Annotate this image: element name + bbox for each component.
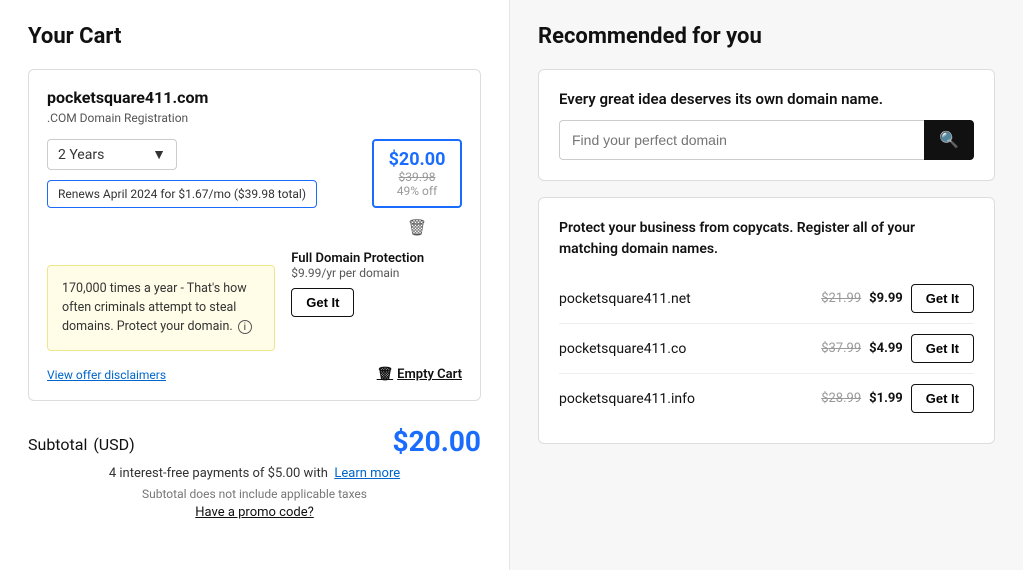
domain-offers-list: pocketsquare411.net $21.99 $9.99 Get It … [559,274,974,423]
subtotal-label-group: Subtotal (USD) [28,428,135,456]
full-protection-price: $9.99/yr per domain [291,266,462,280]
domain-offer-row: pocketsquare411.co $37.99 $4.99 Get It [559,324,974,374]
tax-note: Subtotal does not include applicable tax… [28,487,481,501]
learn-more-link[interactable]: Learn more [334,466,400,481]
trash-empty-icon: 🗑 [377,367,394,382]
full-protection-label: Full Domain Protection [291,251,462,266]
protect-tagline: Protect your business from copycats. Reg… [559,218,974,260]
offer-prices: $21.99 $9.99 Get It [821,284,974,313]
installment-text: 4 interest-free payments of $5.00 with L… [28,466,481,481]
subtotal-row: Subtotal (USD) $20.00 [28,425,481,458]
price-old: $39.98 [388,170,446,184]
offer-old-price: $21.99 [821,291,861,306]
subtotal-section: Subtotal (USD) $20.00 4 interest-free pa… [28,425,481,520]
offer-new-price: $4.99 [869,341,903,356]
offer-get-it-button[interactable]: Get It [911,384,974,413]
price-main: $20.00 [388,149,446,170]
full-protection-block: Full Domain Protection $9.99/yr per doma… [291,251,462,317]
renew-notice: Renews April 2024 for $1.67/mo ($39.98 t… [47,180,317,208]
info-icon[interactable]: i [238,320,252,334]
protect-card: Protect your business from copycats. Reg… [538,197,995,444]
cart-actions: View offer disclaimers 🗑 Empty Cart [47,367,462,382]
price-off: 49% off [388,184,446,198]
cart-domain-name: pocketsquare411.com [47,88,462,107]
offer-old-price: $28.99 [821,391,861,406]
years-select[interactable]: 2 Years ▼ [47,139,177,170]
offer-get-it-button[interactable]: Get It [911,284,974,313]
view-disclaimer-link[interactable]: View offer disclaimers [47,368,166,382]
subtotal-label: Subtotal (USD) [28,428,135,456]
empty-cart-button[interactable]: 🗑 Empty Cart [377,367,462,382]
cart-domain-type: .COM Domain Registration [47,111,462,125]
promo-text: 170,000 times a year - That's how often … [62,281,247,334]
domain-search-row: 🔍 [559,120,974,160]
offer-new-price: $9.99 [869,291,903,306]
domain-offer-row: pocketsquare411.info $28.99 $1.99 Get It [559,374,974,423]
promo-code-link[interactable]: Have a promo code? [28,505,481,520]
get-it-button[interactable]: Get It [291,288,354,317]
cart-main-row: 2 Years ▼ Renews April 2024 for $1.67/mo… [47,139,462,237]
recommended-panel: Recommended for you Every great idea des… [510,0,1023,570]
search-card: Every great idea deserves its own domain… [538,69,995,181]
offer-new-price: $1.99 [869,391,903,406]
offer-get-it-button[interactable]: Get It [911,334,974,363]
search-icon: 🔍 [939,130,959,150]
cart-title: Your Cart [28,24,481,49]
chevron-down-icon: ▼ [152,146,166,163]
cart-panel: Your Cart pocketsquare411.com .COM Domai… [0,0,510,570]
offer-domain-name: pocketsquare411.info [559,391,695,407]
offer-prices: $37.99 $4.99 Get It [821,334,974,363]
offer-domain-name: pocketsquare411.co [559,341,686,357]
years-select-label: 2 Years [58,147,104,163]
domain-search-button[interactable]: 🔍 [924,120,974,160]
price-box: $20.00 $39.98 49% off [372,139,462,208]
promo-box: 170,000 times a year - That's how often … [47,265,275,351]
domain-search-input[interactable] [559,120,924,160]
subtotal-amount: $20.00 [393,425,481,458]
cart-card: pocketsquare411.com .COM Domain Registra… [28,69,481,401]
empty-cart-label: Empty Cart [397,367,462,382]
offer-old-price: $37.99 [821,341,861,356]
trash-icon[interactable]: 🗑 [407,218,427,237]
offer-prices: $28.99 $1.99 Get It [821,384,974,413]
offer-domain-name: pocketsquare411.net [559,291,691,307]
recommended-title: Recommended for you [538,24,995,49]
search-tagline: Every great idea deserves its own domain… [559,90,974,108]
domain-offer-row: pocketsquare411.net $21.99 $9.99 Get It [559,274,974,324]
